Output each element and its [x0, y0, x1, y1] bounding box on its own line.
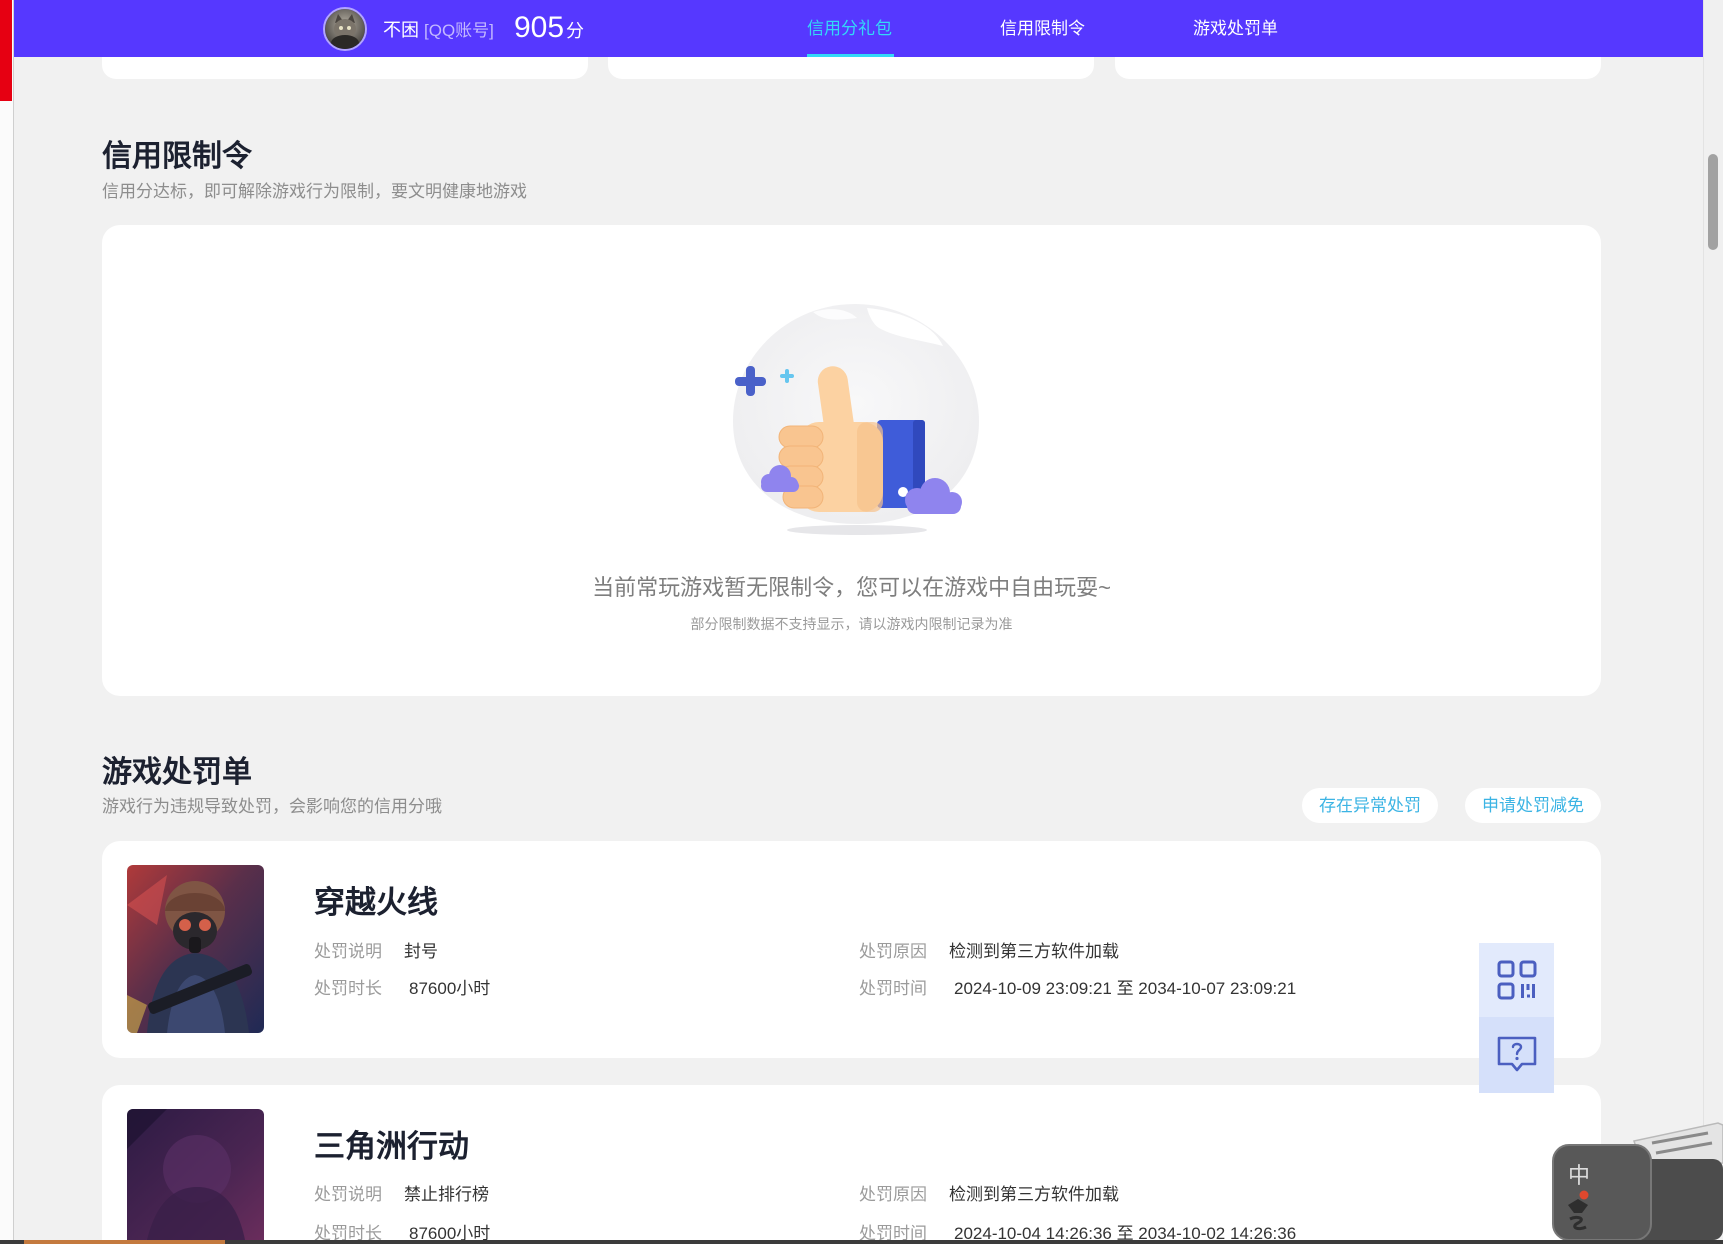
penalty-reason-label: 处罚原因 — [859, 1185, 927, 1204]
feedback-question-icon — [1497, 1036, 1536, 1072]
qr-code-button[interactable] — [1479, 943, 1554, 1017]
ime-mode-label: 中 — [1568, 1164, 1590, 1189]
avatar-image — [325, 9, 365, 49]
empty-state-message: 当前常玩游戏暂无限制令，您可以在游戏中自由玩耍~ — [592, 575, 1111, 600]
penalty-time-value: 2024-10-09 23:09:21 至 2034-10-07 23:09:2… — [954, 979, 1297, 998]
qr-code-icon — [1497, 960, 1536, 1000]
penalty-duration-value: 87600小时 — [409, 979, 491, 998]
penalty-time-label: 处罚时间 — [859, 979, 927, 998]
penalty-reason-value: 检测到第三方软件加载 — [949, 942, 1119, 961]
section-title-restriction: 信用限制令 — [102, 140, 252, 173]
bottom-window-edge — [0, 1240, 1723, 1244]
section-subtitle-restriction: 信用分达标，即可解除游戏行为限制，要文明健康地游戏 — [102, 182, 527, 201]
penalty-reason-value: 检测到第三方软件加载 — [949, 1185, 1119, 1204]
credit-score: 905 — [514, 11, 565, 44]
credit-score-unit: 分 — [566, 21, 584, 41]
section-subtitle-penalty: 游戏行为违规导致处罚，会影响您的信用分哦 — [102, 797, 442, 816]
tab-credit-gift[interactable]: 信用分礼包 — [807, 18, 892, 40]
left-window-edge — [0, 0, 14, 1240]
penalty-description-value: 禁止排行榜 — [404, 1185, 489, 1204]
tab-credit-restriction[interactable]: 信用限制令 — [1000, 18, 1085, 40]
report-abnormal-penalty-button[interactable]: 存在异常处罚 — [1302, 788, 1438, 823]
penalty-description-label: 处罚说明 — [314, 1185, 382, 1204]
user-avatar[interactable] — [323, 7, 367, 51]
empty-state-note: 部分限制数据不支持显示，请以游戏内限制记录为准 — [690, 616, 1013, 632]
apply-penalty-reduction-button[interactable]: 申请处罚减免 — [1465, 788, 1601, 823]
scrollbar-thumb[interactable] — [1708, 154, 1718, 250]
tab-game-penalty[interactable]: 游戏处罚单 — [1193, 18, 1278, 40]
active-tab-indicator — [807, 54, 894, 57]
game-title: 穿越火线 — [314, 885, 438, 920]
ime-toolbar[interactable]: 中 — [1552, 1119, 1723, 1240]
floating-toolbar — [1479, 943, 1554, 1093]
username: 不困 — [383, 20, 419, 40]
left-edge-red-marker — [0, 0, 12, 101]
thumbs-up-illustration — [733, 304, 979, 535]
account-type-label: [QQ账号] — [424, 21, 494, 40]
game-cover-delta-force — [127, 1109, 264, 1240]
penalty-description-value: 封号 — [404, 942, 438, 961]
taskbar-accent — [24, 1240, 225, 1244]
feedback-button[interactable] — [1479, 1017, 1554, 1093]
game-cover-crossfire — [127, 865, 264, 1033]
section-title-penalty: 游戏处罚单 — [102, 756, 252, 789]
game-cover-image — [127, 865, 264, 1033]
game-title: 三角洲行动 — [314, 1129, 469, 1164]
penalty-reason-label: 处罚原因 — [859, 942, 927, 961]
penalty-description-label: 处罚说明 — [314, 942, 382, 961]
penalty-duration-label: 处罚时长 — [314, 979, 382, 998]
game-cover-image — [127, 1109, 264, 1240]
